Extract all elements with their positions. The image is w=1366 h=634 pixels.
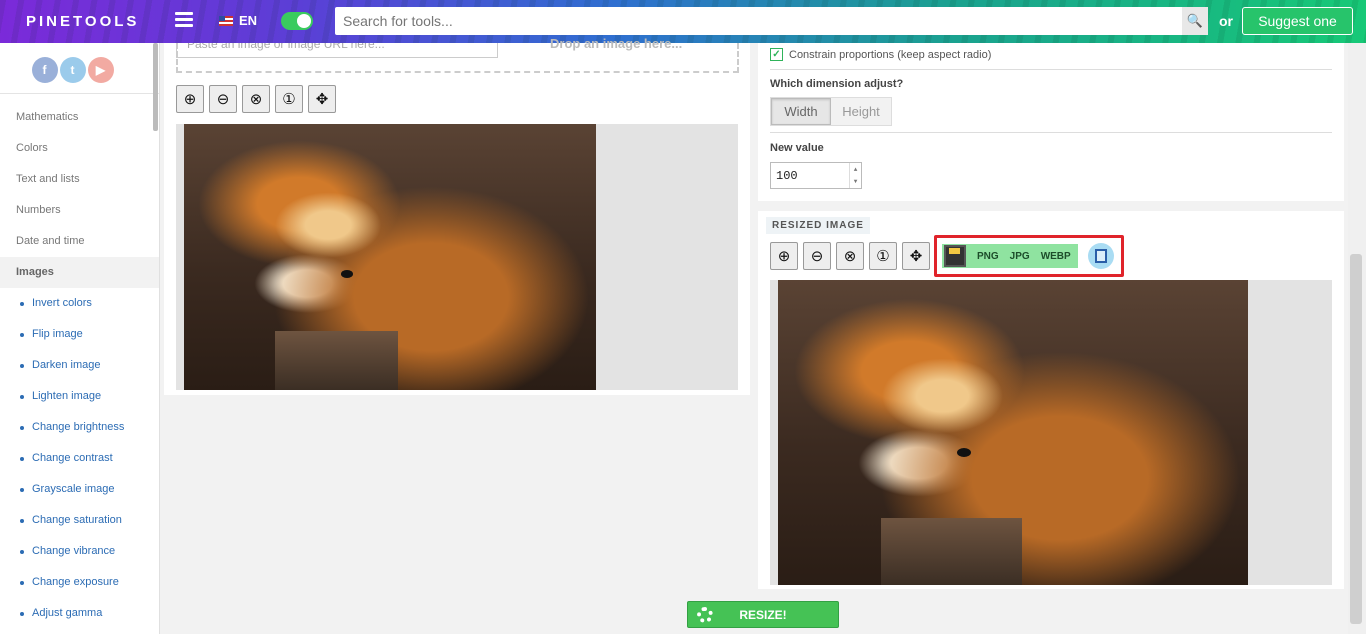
sidebar-scrollbar[interactable] bbox=[153, 43, 158, 131]
sidebar-subitem-flip-image[interactable]: Flip image bbox=[0, 319, 159, 350]
zoom-out-icon[interactable]: ⊖ bbox=[209, 85, 237, 113]
sidebar-item-text-and-lists[interactable]: Text and lists bbox=[0, 164, 159, 195]
sidebar-subitem-change-contrast[interactable]: Change contrast bbox=[0, 443, 159, 474]
png-format-label[interactable]: PNG bbox=[977, 251, 999, 262]
zoom-actual-icon[interactable]: ① bbox=[869, 242, 897, 270]
source-image-toolbar: ⊕ ⊖ ⊗ ① ✥ bbox=[176, 85, 336, 113]
us-flag-icon bbox=[219, 15, 233, 26]
source-fox-image[interactable] bbox=[184, 124, 596, 390]
sidebar: f t ▶ Mathematics Colors Text and lists … bbox=[0, 43, 160, 634]
constrain-label: Constrain proportions (keep aspect radio… bbox=[789, 48, 992, 61]
floppy-disk-icon bbox=[944, 245, 966, 267]
site-logo[interactable]: PINETOOLS bbox=[26, 13, 139, 30]
facebook-icon[interactable]: f bbox=[31, 57, 58, 83]
youtube-icon[interactable]: ▶ bbox=[87, 57, 114, 83]
social-links: f t ▶ bbox=[0, 43, 159, 93]
menu-icon[interactable] bbox=[175, 12, 193, 30]
resized-image-title: RESIZED IMAGE bbox=[766, 217, 870, 234]
search-bar: 🔍 bbox=[335, 7, 1208, 35]
gear-icon bbox=[697, 607, 713, 623]
sidebar-item-mathematics[interactable]: Mathematics bbox=[0, 102, 159, 133]
new-value-text: 100 bbox=[776, 168, 798, 183]
number-spinner[interactable]: ▲ ▼ bbox=[849, 163, 861, 188]
sidebar-subitem-grayscale-image[interactable]: Grayscale image bbox=[0, 474, 159, 505]
download-area-highlight: PNG JPG WEBP bbox=[934, 235, 1124, 277]
theme-toggle[interactable] bbox=[281, 12, 313, 30]
zoom-fit-icon[interactable]: ⊗ bbox=[242, 85, 270, 113]
dimension-selector: Width Height bbox=[770, 97, 892, 126]
resized-image-frame bbox=[770, 280, 1332, 585]
source-image-frame bbox=[176, 124, 738, 390]
drop-hint: Drop an image here... bbox=[550, 36, 683, 51]
width-option[interactable]: Width bbox=[771, 98, 831, 125]
sidebar-subitem-change-brightness[interactable]: Change brightness bbox=[0, 412, 159, 443]
sidebar-item-numbers[interactable]: Numbers bbox=[0, 195, 159, 226]
sidebar-subitem-change-saturation[interactable]: Change saturation bbox=[0, 505, 159, 536]
copy-to-clipboard-icon[interactable] bbox=[1088, 243, 1114, 269]
height-option[interactable]: Height bbox=[831, 98, 891, 125]
sidebar-subitem-adjust-gamma[interactable]: Adjust gamma bbox=[0, 598, 159, 629]
sidebar-item-images[interactable]: Images bbox=[0, 257, 159, 288]
page-scrollbar[interactable] bbox=[1350, 254, 1362, 624]
resize-options-panel: ✓ Constrain proportions (keep aspect rad… bbox=[758, 43, 1344, 201]
zoom-out-icon[interactable]: ⊖ bbox=[803, 242, 831, 270]
sidebar-item-date-and-time[interactable]: Date and time bbox=[0, 226, 159, 257]
source-image-panel: Paste an image or image URL here... Drop… bbox=[164, 36, 750, 395]
constrain-checkbox[interactable]: ✓ bbox=[770, 48, 783, 61]
constrain-option[interactable]: ✓ Constrain proportions (keep aspect rad… bbox=[770, 48, 991, 61]
twitter-icon[interactable]: t bbox=[59, 57, 86, 83]
sidebar-subitem-lighten-image[interactable]: Lighten image bbox=[0, 381, 159, 412]
resized-fox-image[interactable] bbox=[778, 280, 1248, 585]
divider bbox=[770, 69, 1332, 70]
image-url-input[interactable]: Paste an image or image URL here... bbox=[176, 43, 498, 58]
webp-format-label[interactable]: WEBP bbox=[1041, 251, 1071, 262]
sidebar-subitem-darken-image[interactable]: Darken image bbox=[0, 350, 159, 381]
sidebar-subitem-invert-colors[interactable]: Invert colors bbox=[0, 288, 159, 319]
move-icon[interactable]: ✥ bbox=[308, 85, 336, 113]
new-value-label: New value bbox=[770, 142, 824, 154]
or-label: or bbox=[1219, 13, 1233, 29]
zoom-in-icon[interactable]: ⊕ bbox=[176, 85, 204, 113]
sidebar-item-colors[interactable]: Colors bbox=[0, 133, 159, 164]
zoom-actual-icon[interactable]: ① bbox=[275, 85, 303, 113]
resize-button[interactable]: RESIZE! bbox=[687, 601, 839, 628]
resize-button-label: RESIZE! bbox=[739, 607, 787, 622]
language-selector[interactable]: EN bbox=[219, 13, 257, 28]
move-icon[interactable]: ✥ bbox=[902, 242, 930, 270]
zoom-fit-icon[interactable]: ⊗ bbox=[836, 242, 864, 270]
download-button[interactable]: PNG JPG WEBP bbox=[942, 244, 1078, 268]
sidebar-subitem-change-vibrance[interactable]: Change vibrance bbox=[0, 536, 159, 567]
search-icon[interactable]: 🔍 bbox=[1182, 7, 1208, 35]
suggest-button[interactable]: Suggest one bbox=[1242, 7, 1353, 35]
new-value-input[interactable]: 100 ▲ ▼ bbox=[770, 162, 862, 189]
divider bbox=[770, 132, 1332, 133]
dimension-label: Which dimension adjust? bbox=[770, 78, 904, 90]
zoom-in-icon[interactable]: ⊕ bbox=[770, 242, 798, 270]
language-label: EN bbox=[239, 13, 258, 28]
jpg-format-label[interactable]: JPG bbox=[1010, 251, 1030, 262]
resized-image-panel: RESIZED IMAGE ⊕ ⊖ ⊗ ① ✥ PNG JPG WEBP bbox=[758, 211, 1344, 589]
resized-image-toolbar: ⊕ ⊖ ⊗ ① ✥ bbox=[770, 242, 930, 270]
search-input[interactable] bbox=[335, 7, 1182, 35]
sidebar-subitem-change-exposure[interactable]: Change exposure bbox=[0, 567, 159, 598]
